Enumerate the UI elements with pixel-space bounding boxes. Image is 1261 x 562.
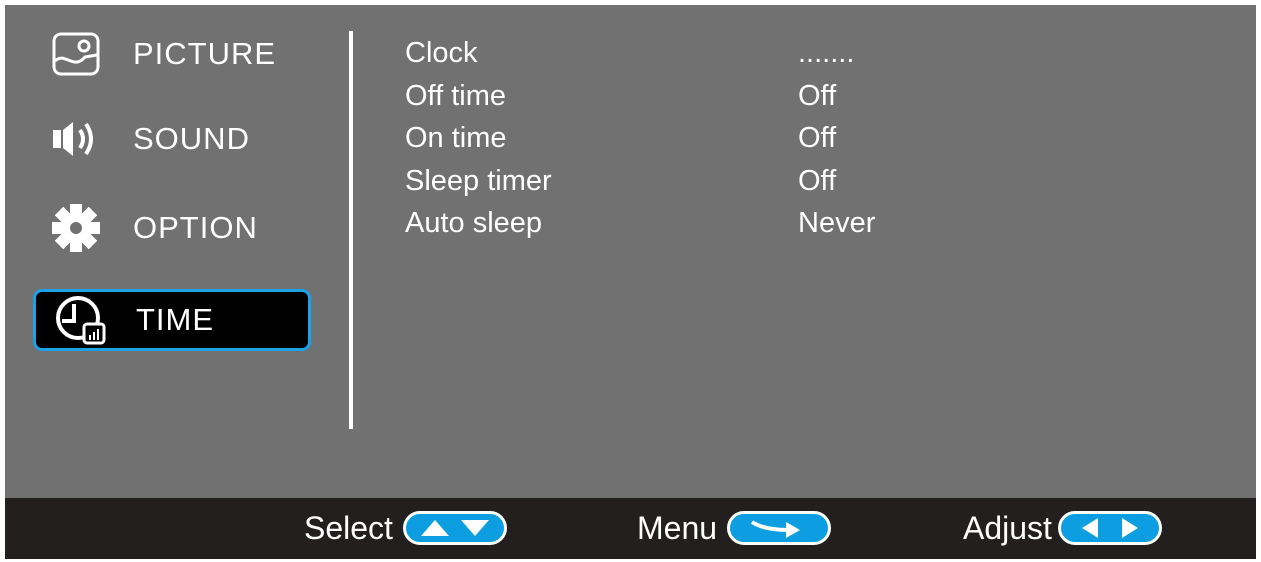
sidebar-item-time[interactable]: TIME [33, 289, 311, 351]
up-down-arrows-icon [402, 511, 507, 545]
sidebar-item-picture[interactable]: PICTURE [33, 23, 311, 85]
left-right-arrows-icon [1057, 511, 1162, 545]
setting-row-auto-sleep[interactable]: Auto sleep Never [405, 207, 1105, 247]
setting-name: Off time [405, 80, 506, 112]
setting-value: ....... [798, 37, 855, 69]
adjust-label: Adjust [963, 509, 1052, 546]
setting-value: Off [798, 165, 837, 197]
menu-label: Menu [637, 509, 718, 546]
select-label: Select [304, 509, 393, 546]
setting-row-off-time[interactable]: Off time Off [405, 80, 1105, 120]
sidebar-item-label: TIME [136, 302, 215, 337]
setting-row-clock[interactable]: Clock ....... [405, 37, 1105, 77]
speaker-icon [51, 116, 111, 162]
setting-value: Never [798, 207, 876, 239]
vertical-divider [349, 31, 353, 429]
sidebar-item-sound[interactable]: SOUND [33, 108, 311, 170]
select-hint: Select [304, 506, 507, 550]
setting-name: On time [405, 122, 507, 154]
setting-name: Sleep timer [405, 165, 552, 197]
sidebar-item-label: SOUND [133, 121, 250, 156]
setting-row-sleep-timer[interactable]: Sleep timer Off [405, 165, 1105, 205]
picture-icon [51, 31, 111, 77]
setting-value: Off [798, 80, 837, 112]
sidebar-item-label: OPTION [133, 210, 258, 245]
setting-name: Auto sleep [405, 207, 543, 239]
footer-hint-bar: Select Menu Adjust [5, 498, 1256, 559]
adjust-hint: Adjust [963, 506, 1162, 550]
return-arrow-icon [727, 511, 832, 545]
setting-row-on-time[interactable]: On time Off [405, 122, 1105, 162]
gear-icon [51, 203, 111, 253]
sidebar-item-option[interactable]: OPTION [33, 197, 311, 259]
tv-menu-screen: PICTURE SOUND OPTION TIME Clock ....... … [5, 5, 1256, 559]
sidebar-item-label: PICTURE [133, 36, 277, 71]
clock-icon [54, 294, 114, 346]
setting-name: Clock [405, 37, 478, 69]
setting-value: Off [798, 122, 837, 154]
menu-hint: Menu [637, 506, 832, 550]
